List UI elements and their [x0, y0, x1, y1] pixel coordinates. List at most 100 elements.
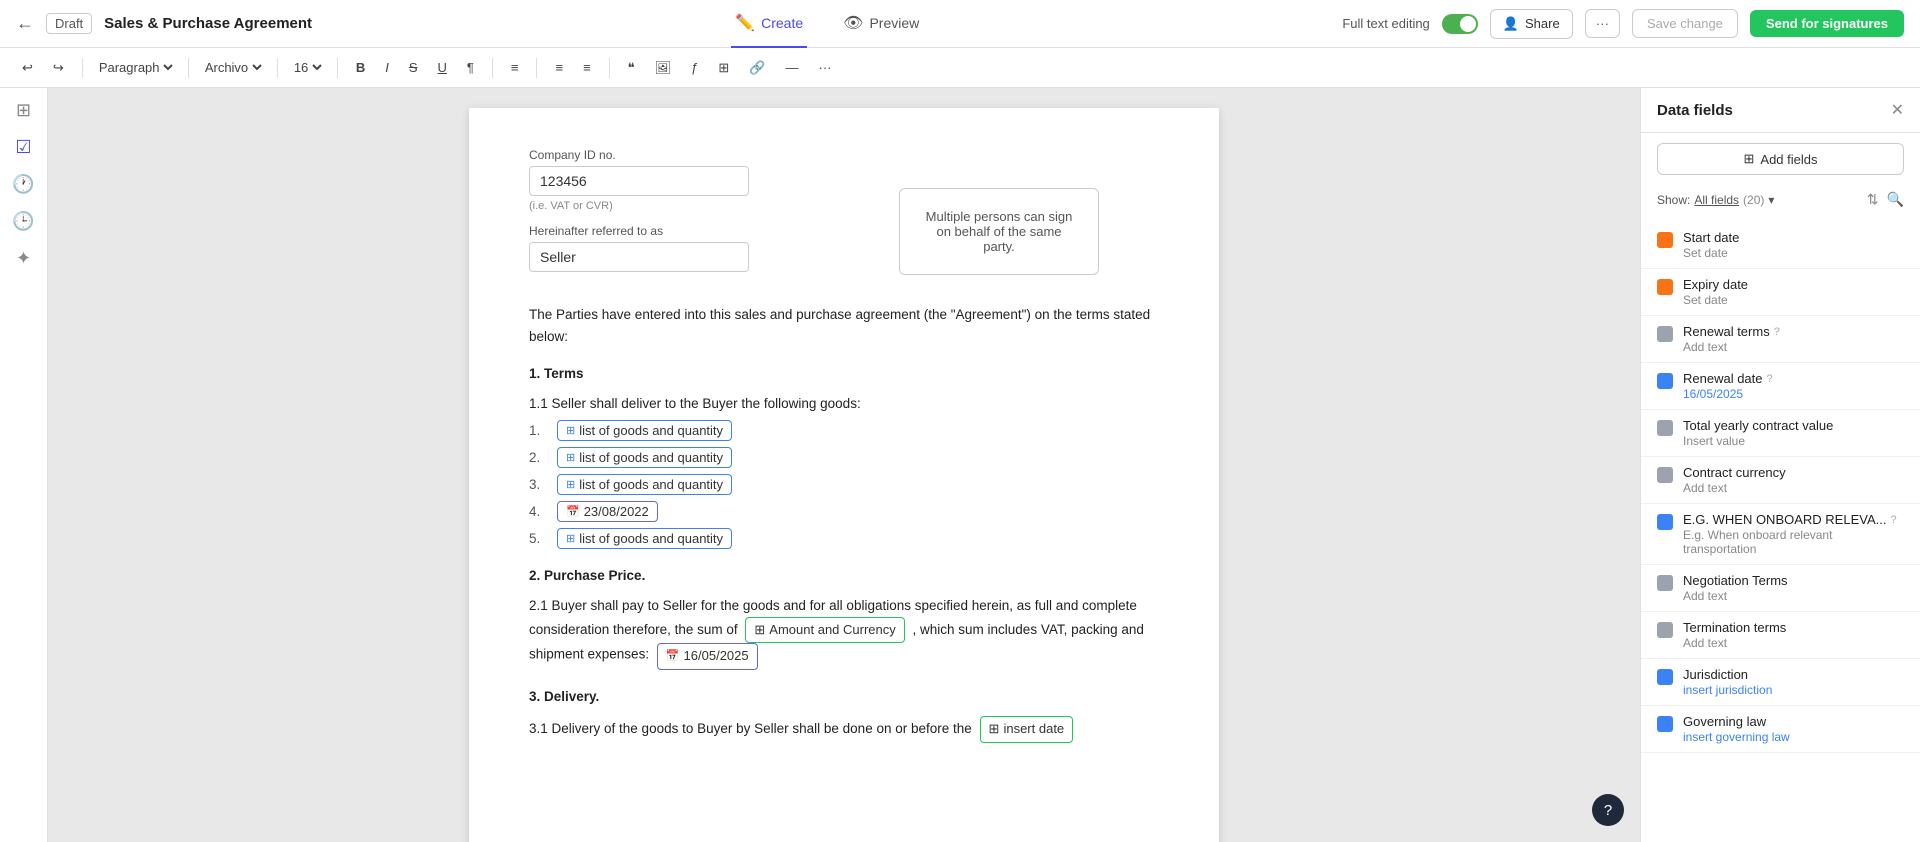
list-field-5[interactable]: ⊞ list of goods and quantity — [557, 528, 732, 549]
company-id-field[interactable]: 123456 — [529, 166, 749, 196]
strikethrough-button[interactable]: S — [403, 58, 424, 77]
sidebar-icon-3[interactable]: 🕐 — [12, 174, 34, 195]
field-item-jurisdiction[interactable]: Jurisdiction insert jurisdiction — [1641, 659, 1920, 706]
font-select[interactable]: Archivo — [201, 59, 265, 76]
field-item-termination-terms[interactable]: Termination terms Add text — [1641, 612, 1920, 659]
field-item-negotiation-terms[interactable]: Negotiation Terms Add text — [1641, 565, 1920, 612]
field-icon-total-yearly — [1657, 420, 1673, 436]
create-icon: ✏️ — [735, 13, 755, 33]
referred-field[interactable]: Seller — [529, 242, 749, 272]
insert-date-field[interactable]: ⊞ insert date — [980, 716, 1074, 743]
image-button[interactable]: 🖼 — [649, 58, 678, 78]
sidebar-icon-4[interactable]: 🕒 — [12, 211, 34, 232]
link-button[interactable]: 🔗 — [743, 58, 771, 78]
right-panel: Data fields ✕ ⊞ Add fields Show: All fie… — [1640, 88, 1920, 842]
section-3-text: 3.1 Delivery of the goods to Buyer by Se… — [529, 721, 972, 736]
renewal-terms-help-icon[interactable]: ? — [1774, 326, 1780, 338]
align-button[interactable]: ≡ — [505, 58, 525, 77]
list-field-label-5: list of goods and quantity — [579, 531, 723, 546]
full-text-toggle[interactable] — [1442, 14, 1478, 34]
sidebar-icon-2[interactable]: ☑ — [15, 137, 31, 158]
field-icon-renewal-date — [1657, 373, 1673, 389]
multiple-sign-text: Multiple persons can sign on behalf of t… — [926, 209, 1073, 254]
field-content-eg-onboard: E.G. WHEN ONBOARD RELEVA... ? E.g. When … — [1683, 512, 1904, 556]
search-fields-icon[interactable]: 🔍 — [1887, 191, 1904, 208]
amount-currency-field[interactable]: ⊞ Amount and Currency — [745, 617, 904, 644]
field-value-jurisdiction: insert jurisdiction — [1683, 683, 1904, 697]
date-icon-2: 📅 — [666, 648, 680, 666]
undo-button[interactable]: ↩ — [16, 58, 39, 78]
help-bubble[interactable]: ? — [1592, 794, 1624, 826]
all-fields-label[interactable]: All fields — [1694, 193, 1739, 207]
field-item-eg-onboard[interactable]: E.G. WHEN ONBOARD RELEVA... ? E.g. When … — [1641, 504, 1920, 565]
date-field-2[interactable]: 📅 16/05/2025 — [657, 643, 758, 670]
field-value-negotiation-terms: Add text — [1683, 589, 1904, 603]
bold-button[interactable]: B — [350, 58, 371, 77]
field-content-renewal-terms: Renewal terms ? Add text — [1683, 324, 1904, 354]
topbar: ← Draft Sales & Purchase Agreement ✏️ Cr… — [0, 0, 1920, 48]
show-bar: Show: All fields (20) ▾ ⇅ 🔍 — [1641, 185, 1920, 214]
add-fields-button[interactable]: ⊞ Add fields — [1657, 143, 1904, 175]
sort-icon[interactable]: ⇅ — [1867, 191, 1879, 208]
underline-button[interactable]: U — [432, 58, 453, 77]
field-icon-governing-law — [1657, 716, 1673, 732]
field-item-start-date[interactable]: Start date Set date — [1641, 222, 1920, 269]
share-button[interactable]: 👤 Share — [1490, 9, 1573, 39]
intro-paragraph: The Parties have entered into this sales… — [529, 304, 1159, 347]
field-name-total-yearly: Total yearly contract value — [1683, 418, 1904, 433]
field-item-total-yearly[interactable]: Total yearly contract value Insert value — [1641, 410, 1920, 457]
field-value-eg-onboard: E.g. When onboard relevant transportatio… — [1683, 528, 1904, 556]
italic-button[interactable]: I — [379, 58, 395, 77]
list-date-label-4: 23/08/2022 — [584, 504, 649, 519]
formatting-toolbar: ↩ ↪ Paragraph Archivo 16 B I S U ¶ ≡ ≡ ≡… — [0, 48, 1920, 88]
paragraph-style-select[interactable]: Paragraph — [95, 59, 176, 76]
redo-button[interactable]: ↪ — [47, 58, 70, 78]
font-size-select[interactable]: 16 — [290, 59, 325, 76]
field-item-governing-law[interactable]: Governing law insert governing law — [1641, 706, 1920, 753]
field-item-renewal-terms[interactable]: Renewal terms ? Add text — [1641, 316, 1920, 363]
save-button[interactable]: Save change — [1632, 9, 1738, 38]
formula-button[interactable]: ƒ — [685, 58, 704, 77]
preview-icon: 👁 — [843, 13, 863, 33]
show-label: Show: — [1657, 193, 1690, 207]
field-item-renewal-date[interactable]: Renewal date ? 16/05/2025 — [1641, 363, 1920, 410]
quote-button[interactable]: ❝ — [622, 58, 641, 78]
renewal-date-help-icon[interactable]: ? — [1767, 373, 1773, 385]
tab-preview[interactable]: 👁 Preview — [839, 0, 923, 48]
show-bar-dropdown-icon[interactable]: ▾ — [1768, 193, 1774, 207]
field-value-termination-terms: Add text — [1683, 636, 1904, 650]
field-item-contract-currency[interactable]: Contract currency Add text — [1641, 457, 1920, 504]
unordered-list-button[interactable]: ≡ — [549, 58, 569, 77]
field-icon-jurisdiction — [1657, 669, 1673, 685]
table-button[interactable]: ⊞ — [712, 58, 735, 78]
section-1-title: 1. Terms — [529, 363, 1159, 385]
list-field-3[interactable]: ⊞ list of goods and quantity — [557, 474, 732, 495]
field-item-expiry-date[interactable]: Expiry date Set date — [1641, 269, 1920, 316]
close-panel-icon[interactable]: ✕ — [1891, 100, 1904, 120]
toolbar-separator-2 — [188, 58, 189, 78]
fields-list: Start date Set date Expiry date Set date… — [1641, 214, 1920, 842]
eg-onboard-help-icon[interactable]: ? — [1890, 514, 1896, 526]
back-button[interactable]: ← — [16, 13, 34, 34]
send-signatures-button[interactable]: Send for signatures — [1750, 10, 1904, 37]
field-content-jurisdiction: Jurisdiction insert jurisdiction — [1683, 667, 1904, 697]
tab-create[interactable]: ✏️ Create — [731, 0, 807, 48]
field-content-negotiation-terms: Negotiation Terms Add text — [1683, 573, 1904, 603]
date-icon-4: 📅 — [566, 505, 580, 518]
more-toolbar-button[interactable]: ··· — [813, 58, 838, 77]
sidebar-icon-5[interactable]: ✦ — [16, 248, 31, 269]
section-1: 1. Terms 1.1 Seller shall deliver to the… — [529, 363, 1159, 549]
sidebar-icon-1[interactable]: ⊞ — [16, 100, 31, 121]
ordered-list-button[interactable]: ≡ — [577, 58, 597, 77]
amount-label: Amount and Currency — [769, 620, 895, 641]
list-field-2[interactable]: ⊞ list of goods and quantity — [557, 447, 732, 468]
hr-button[interactable]: — — [780, 58, 805, 77]
paragraph-mark-button[interactable]: ¶ — [461, 58, 480, 77]
field-icon-expiry-date — [1657, 279, 1673, 295]
section-2: 2. Purchase Price. 2.1 Buyer shall pay t… — [529, 565, 1159, 670]
list-field-1[interactable]: ⊞ list of goods and quantity — [557, 420, 732, 441]
list-date-field-4[interactable]: 📅 23/08/2022 — [557, 501, 658, 522]
more-button[interactable]: ··· — [1585, 9, 1620, 38]
tab-bar: ✏️ Create 👁 Preview — [312, 0, 1342, 48]
field-name-negotiation-terms: Negotiation Terms — [1683, 573, 1904, 588]
